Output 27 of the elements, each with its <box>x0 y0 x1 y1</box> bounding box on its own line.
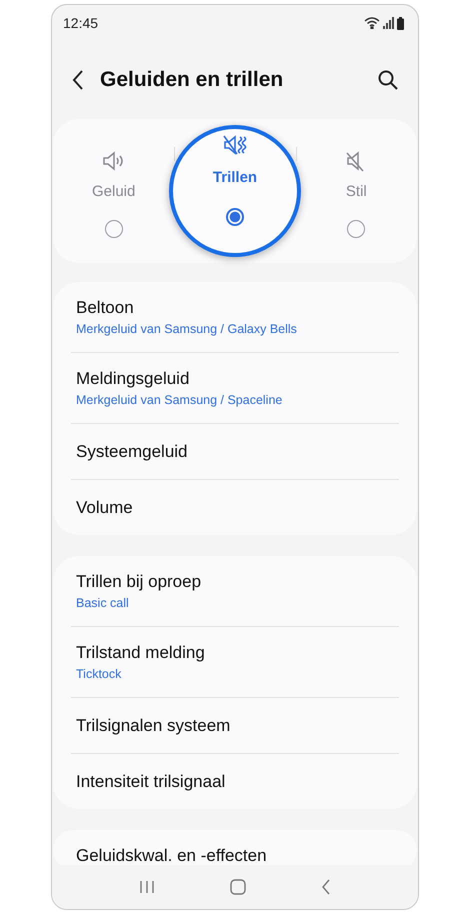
setting-value: Merkgeluid van Samsung / Galaxy Bells <box>76 322 298 336</box>
vibrate-speaker-icon <box>222 133 248 157</box>
home-icon[interactable] <box>230 879 246 895</box>
battery-icon <box>397 16 404 30</box>
setting-value: Merkgeluid van Samsung / Spaceline <box>76 393 284 407</box>
setting-value: Basic call <box>76 596 130 610</box>
setting-title[interactable]: Trilstand melding <box>76 643 394 663</box>
search-icon[interactable] <box>378 70 398 90</box>
mode-label[interactable]: Trillen <box>212 169 258 186</box>
radio-button[interactable] <box>226 208 244 226</box>
back-icon[interactable] <box>72 70 84 90</box>
radio-button[interactable] <box>347 220 366 238</box>
page-title: Geluiden en trillen <box>100 68 284 92</box>
setting-title[interactable]: Trilsignalen systeem <box>76 716 394 736</box>
setting-title[interactable]: Intensiteit trilsignaal <box>76 772 394 792</box>
setting-title[interactable]: Systeemgeluid <box>76 442 394 462</box>
setting-title[interactable]: Meldingsgeluid <box>76 369 394 389</box>
setting-title[interactable]: Geluidskwal. en -effecten <box>76 846 394 865</box>
status-time: 12:45 <box>63 15 98 31</box>
setting-title[interactable]: Beltoon <box>76 298 394 318</box>
setting-value: Ticktock <box>76 667 122 681</box>
signal-icon <box>383 17 394 29</box>
setting-title[interactable]: Trillen bij oproep <box>76 572 394 592</box>
setting-title[interactable]: Volume <box>76 498 394 518</box>
wifi-icon <box>364 17 380 29</box>
radio-button[interactable] <box>104 220 123 238</box>
recent-apps-icon[interactable] <box>139 880 156 894</box>
